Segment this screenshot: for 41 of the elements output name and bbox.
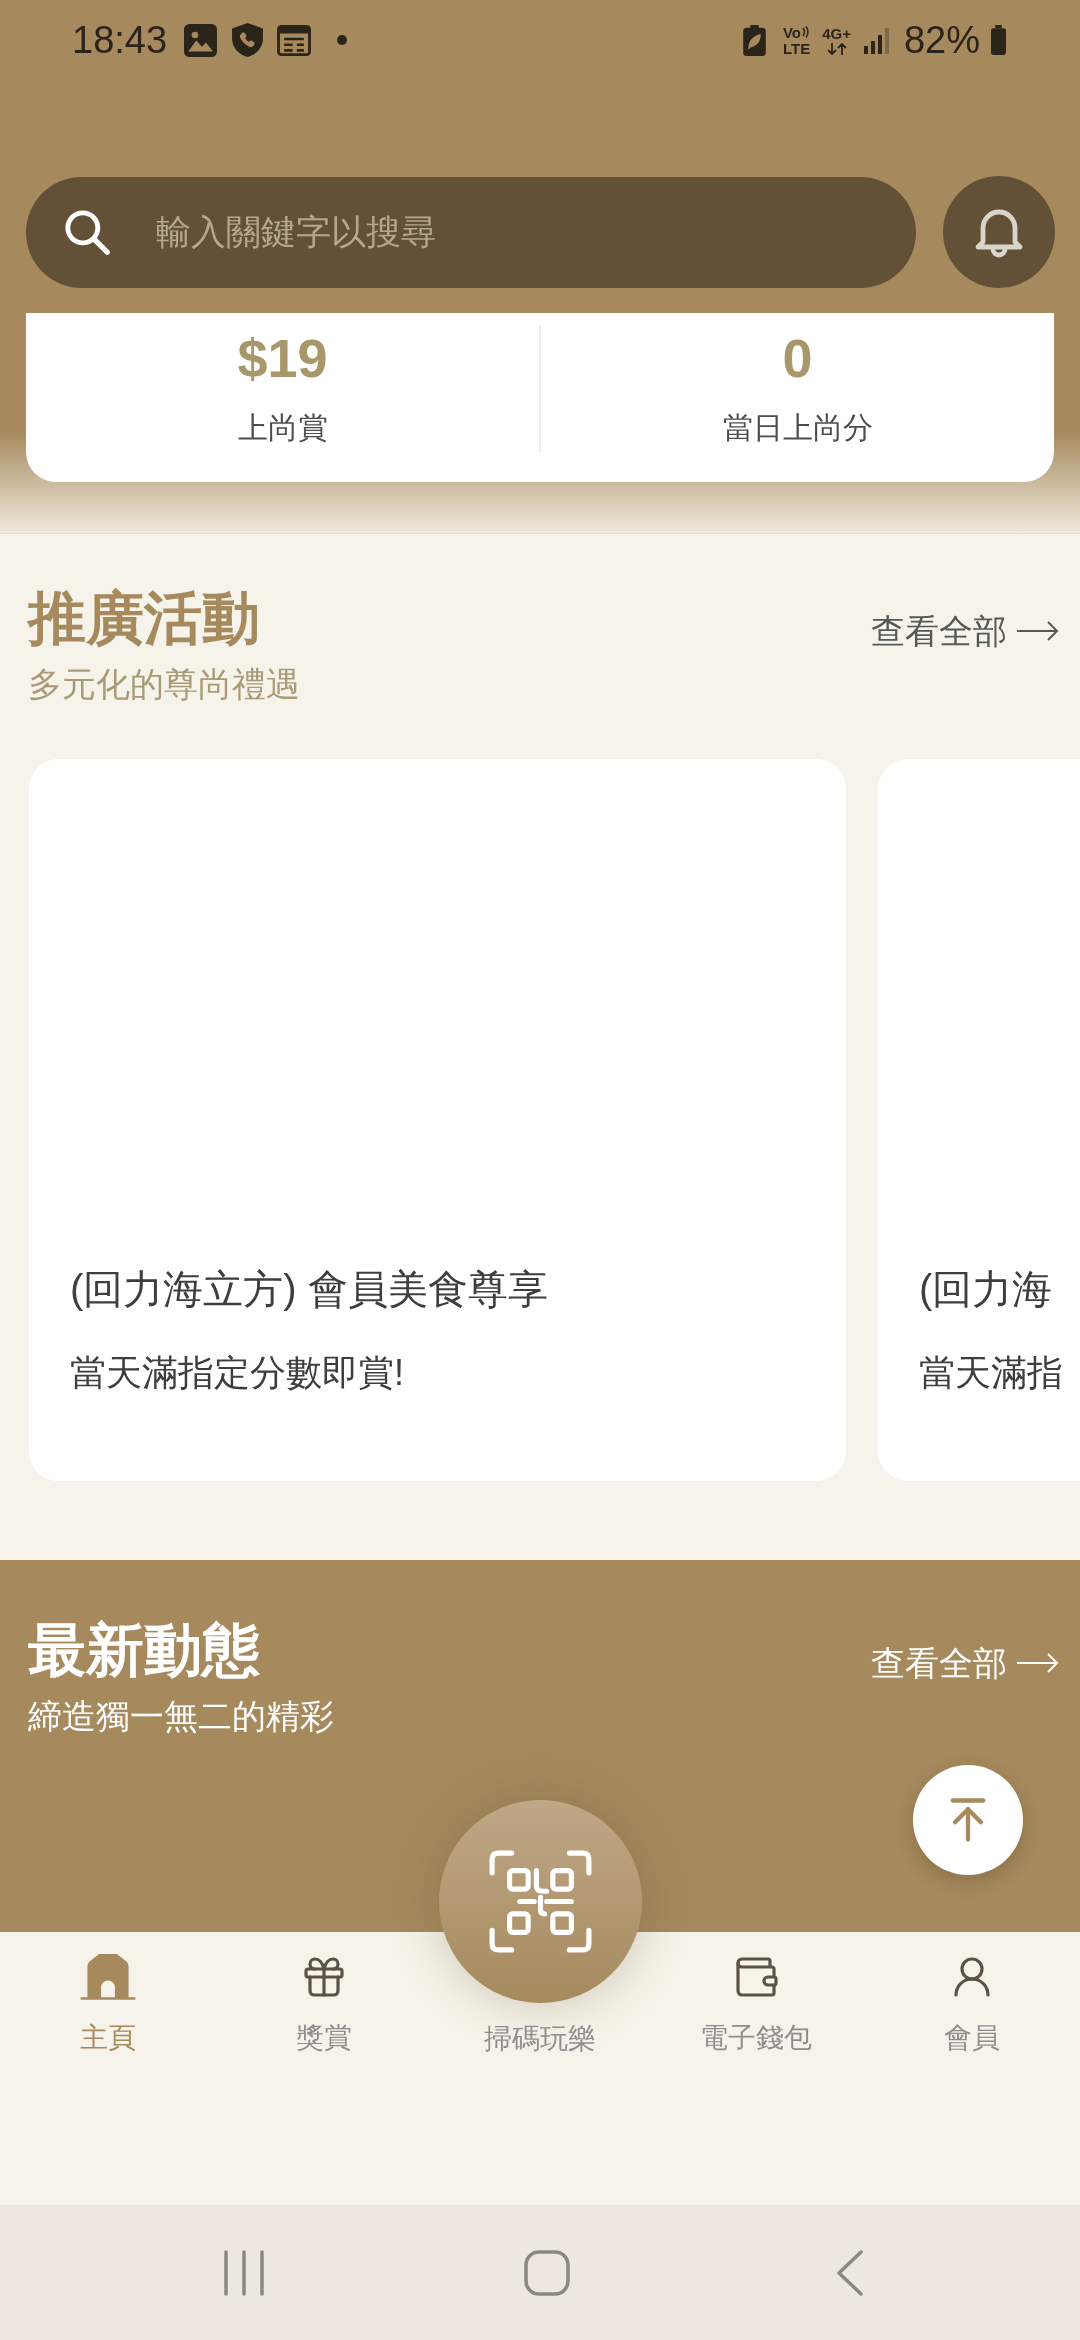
data-arrows-icon bbox=[826, 42, 847, 55]
status-time: 18:43 bbox=[72, 21, 168, 59]
radio-waves-icon bbox=[802, 26, 810, 38]
signal-bars-icon bbox=[863, 26, 892, 54]
stat-value: $19 bbox=[237, 327, 328, 390]
battery-leaf-icon bbox=[742, 24, 766, 56]
search-icon bbox=[65, 209, 110, 255]
promo-subtitle: 當天滿指 bbox=[919, 1351, 1063, 1395]
search-field[interactable]: 輸入關鍵字以搜尋 bbox=[26, 176, 916, 288]
battery-icon bbox=[988, 25, 1009, 55]
notification-dot-icon bbox=[337, 35, 348, 45]
section-title: 最新動態 bbox=[28, 1617, 260, 1684]
promo-card[interactable]: (回力海 當天滿指 bbox=[878, 759, 1080, 1481]
promo-title: (回力海 bbox=[919, 1266, 1053, 1313]
promo-title: (回力海立方) 會員美食尊享 bbox=[70, 1266, 548, 1313]
promo-subtitle: 當天滿指定分數即賞! bbox=[70, 1351, 404, 1395]
section-title: 推廣活動 bbox=[28, 585, 260, 652]
network-type-label: 4G+ bbox=[822, 25, 851, 41]
battery-percentage: 82% bbox=[903, 21, 980, 59]
image-icon bbox=[184, 23, 218, 57]
home-icon bbox=[80, 1953, 136, 2000]
stat-label: 當日上尚分 bbox=[722, 410, 873, 446]
stat-label: 上尚賞 bbox=[237, 410, 328, 446]
shield-phone-icon bbox=[232, 23, 264, 57]
promo-card[interactable]: (回力海立方) 會員美食尊享 當天滿指定分數即賞! bbox=[29, 759, 846, 1481]
nav-tab[interactable]: 電子錢包 bbox=[648, 1932, 864, 2056]
arrow-right-icon bbox=[1017, 1653, 1059, 1673]
see-all-link[interactable]: 查看全部 bbox=[871, 609, 1059, 653]
section-subtitle: 締造獨一無二的精彩 bbox=[28, 1696, 334, 1737]
lte-label: LTE bbox=[782, 40, 811, 56]
nav-tab[interactable]: 會員 bbox=[864, 1932, 1080, 2056]
stat-value: 0 bbox=[782, 327, 813, 390]
arrow-right-icon bbox=[1017, 621, 1059, 641]
see-all-link[interactable]: 查看全部 bbox=[871, 1641, 1059, 1685]
nav-tab[interactable]: 獎賞 bbox=[216, 1932, 432, 2056]
recent-apps-icon bbox=[222, 2249, 265, 2296]
back-icon bbox=[835, 2249, 864, 2296]
volte-label: Vo bbox=[782, 24, 801, 40]
calendar-icon bbox=[277, 24, 312, 56]
nav-tab[interactable]: 主頁 bbox=[0, 1932, 216, 2056]
section-subtitle: 多元化的尊尚禮遇 bbox=[28, 664, 300, 705]
